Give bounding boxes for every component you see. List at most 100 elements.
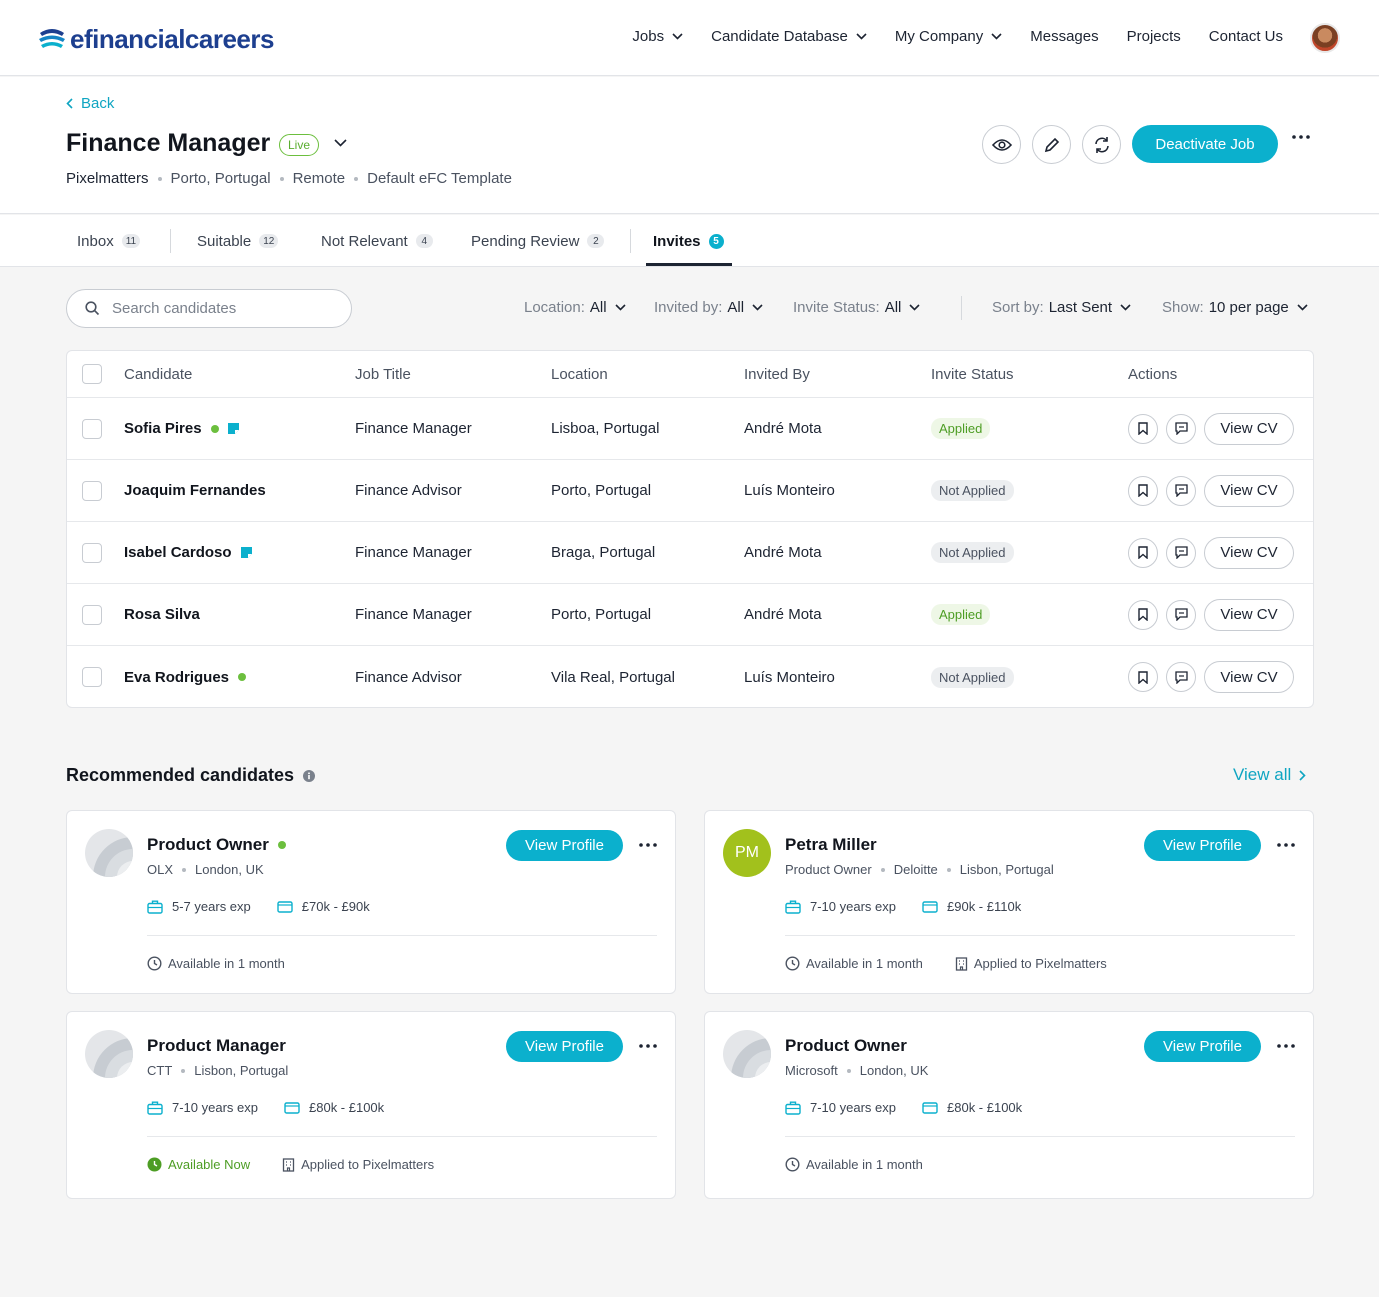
recommended-card[interactable]: PM Petra Miller Product Owner Deloitte L… xyxy=(704,810,1314,994)
view-all-link[interactable]: View all xyxy=(1233,765,1306,785)
tab-suitable-count: 12 xyxy=(259,234,279,248)
nav-projects[interactable]: Projects xyxy=(1127,28,1181,45)
row-checkbox[interactable] xyxy=(82,667,102,687)
bookmark-button[interactable] xyxy=(1128,537,1158,568)
recommended-card[interactable]: Product Owner OLX London, UK 5-7 years e… xyxy=(66,810,676,994)
efinancialcareers-logo[interactable]: efinancialcareers xyxy=(38,24,274,55)
tab-not-relevant[interactable]: Not Relevant 4 xyxy=(321,215,433,267)
online-indicator xyxy=(238,673,247,681)
more-horizontal-icon[interactable] xyxy=(639,1044,657,1048)
more-horizontal-icon[interactable] xyxy=(639,843,657,847)
recommended-card[interactable]: Product Owner Microsoft London, UK 7-10 … xyxy=(704,1011,1314,1199)
bookmark-button[interactable] xyxy=(1128,475,1158,506)
select-all-checkbox[interactable] xyxy=(82,364,102,384)
tab-invites-count: 5 xyxy=(708,233,724,249)
view-cv-button[interactable]: View CV xyxy=(1204,474,1294,507)
invite-status-filter[interactable]: Invite Status: All xyxy=(793,299,920,316)
candidate-name[interactable]: Isabel Cardoso xyxy=(124,544,232,561)
nav-contact-us-label: Contact Us xyxy=(1208,28,1283,45)
column-header-invited-by[interactable]: Invited By xyxy=(744,351,810,397)
row-checkbox[interactable] xyxy=(82,480,102,501)
message-button[interactable] xyxy=(1166,413,1196,444)
message-button[interactable] xyxy=(1166,662,1196,692)
column-header-location[interactable]: Location xyxy=(551,351,608,397)
card-title[interactable]: Product Manager xyxy=(147,1036,286,1056)
nav-messages[interactable]: Messages xyxy=(1030,28,1098,45)
message-button[interactable] xyxy=(1166,599,1196,630)
card-title[interactable]: Petra Miller xyxy=(785,835,877,855)
refresh-button[interactable] xyxy=(1082,125,1121,164)
nav-candidate-database[interactable]: Candidate Database xyxy=(711,28,867,45)
view-profile-button[interactable]: View Profile xyxy=(506,830,623,861)
view-cv-button[interactable]: View CV xyxy=(1204,661,1294,693)
card-title[interactable]: Product Owner xyxy=(147,835,269,855)
chevron-down-icon[interactable] xyxy=(334,139,347,147)
nav-contact-us[interactable]: Contact Us xyxy=(1209,28,1283,45)
message-button[interactable] xyxy=(1166,537,1196,568)
note-icon xyxy=(227,423,239,434)
location-cell: Lisboa, Portugal xyxy=(551,420,660,437)
per-page-select[interactable]: Show: 10 per page xyxy=(1162,299,1308,316)
row-checkbox[interactable] xyxy=(82,604,102,625)
sort-by-select[interactable]: Sort by: Last Sent xyxy=(992,299,1131,316)
tab-pending-review[interactable]: Pending Review 2 xyxy=(471,215,605,267)
preview-button[interactable] xyxy=(982,125,1021,164)
tab-inbox[interactable]: Inbox 11 xyxy=(77,215,141,267)
more-horizontal-icon[interactable] xyxy=(1277,843,1295,847)
invite-status-filter-value: All xyxy=(884,299,902,316)
column-header-candidate[interactable]: Candidate xyxy=(124,351,192,397)
card-applied: Applied to Pixelmatters xyxy=(301,1157,435,1172)
invite-status-badge: Applied xyxy=(931,418,991,439)
deactivate-job-button[interactable]: Deactivate Job xyxy=(1132,125,1278,163)
candidate-name[interactable]: Sofia Pires xyxy=(124,420,202,437)
chat-icon xyxy=(1174,546,1188,559)
tab-suitable[interactable]: Suitable 12 xyxy=(197,215,279,267)
row-checkbox[interactable] xyxy=(82,418,102,439)
recommended-card[interactable]: Product Manager CTT Lisbon, Portugal 7-1… xyxy=(66,1011,676,1199)
view-cv-button[interactable]: View CV xyxy=(1204,536,1294,569)
per-page-label: Show: xyxy=(1162,299,1204,316)
tab-inbox-label: Inbox xyxy=(77,232,114,250)
nav-my-company[interactable]: My Company xyxy=(895,28,1002,45)
bookmark-icon xyxy=(1138,484,1148,497)
card-location: Lisbon, Portugal xyxy=(959,862,1054,877)
invited-by-cell: Luís Monteiro xyxy=(744,668,835,686)
invited-by-filter[interactable]: Invited by: All xyxy=(654,299,763,316)
back-link[interactable]: Back xyxy=(66,95,114,112)
column-header-job-title[interactable]: Job Title xyxy=(355,351,411,397)
bookmark-button[interactable] xyxy=(1128,599,1158,630)
view-cv-button[interactable]: View CV xyxy=(1204,598,1294,631)
view-profile-button[interactable]: View Profile xyxy=(1144,830,1261,861)
candidate-name[interactable]: Rosa Silva xyxy=(124,606,200,623)
more-horizontal-icon[interactable] xyxy=(1277,1044,1295,1048)
candidate-name[interactable]: Eva Rodrigues xyxy=(124,669,229,686)
search-input[interactable] xyxy=(112,300,332,317)
bookmark-icon xyxy=(1138,546,1148,559)
bookmark-button[interactable] xyxy=(1128,413,1158,444)
user-avatar[interactable] xyxy=(1310,23,1340,53)
edit-button[interactable] xyxy=(1032,125,1071,164)
view-profile-button[interactable]: View Profile xyxy=(1144,1031,1261,1062)
location-filter[interactable]: Location: All xyxy=(524,299,626,316)
candidate-name[interactable]: Joaquim Fernandes xyxy=(124,482,266,499)
row-checkbox[interactable] xyxy=(82,542,102,563)
message-button[interactable] xyxy=(1166,475,1196,506)
info-icon[interactable] xyxy=(303,769,316,782)
view-profile-button[interactable]: View Profile xyxy=(506,1031,623,1062)
card-experience: 7-10 years exp xyxy=(810,899,896,914)
nav-jobs[interactable]: Jobs xyxy=(632,28,683,45)
card-title[interactable]: Product Owner xyxy=(785,1036,907,1056)
tab-separator xyxy=(630,229,631,253)
recommended-section-title: Recommended candidates xyxy=(66,765,316,786)
column-header-actions: Actions xyxy=(1128,365,1178,383)
column-header-invite-status[interactable]: Invite Status xyxy=(931,351,1014,397)
card-company: Deloitte xyxy=(893,862,938,877)
bookmark-button[interactable] xyxy=(1128,662,1158,692)
location-cell: Braga, Portugal xyxy=(551,544,656,561)
more-horizontal-icon[interactable] xyxy=(1292,135,1310,139)
view-cv-button[interactable]: View CV xyxy=(1204,412,1294,445)
tab-invites[interactable]: Invites 5 xyxy=(653,215,724,267)
filter-separator xyxy=(961,296,962,320)
separator-dot xyxy=(946,867,951,872)
card-availability: Available in 1 month xyxy=(168,956,285,971)
